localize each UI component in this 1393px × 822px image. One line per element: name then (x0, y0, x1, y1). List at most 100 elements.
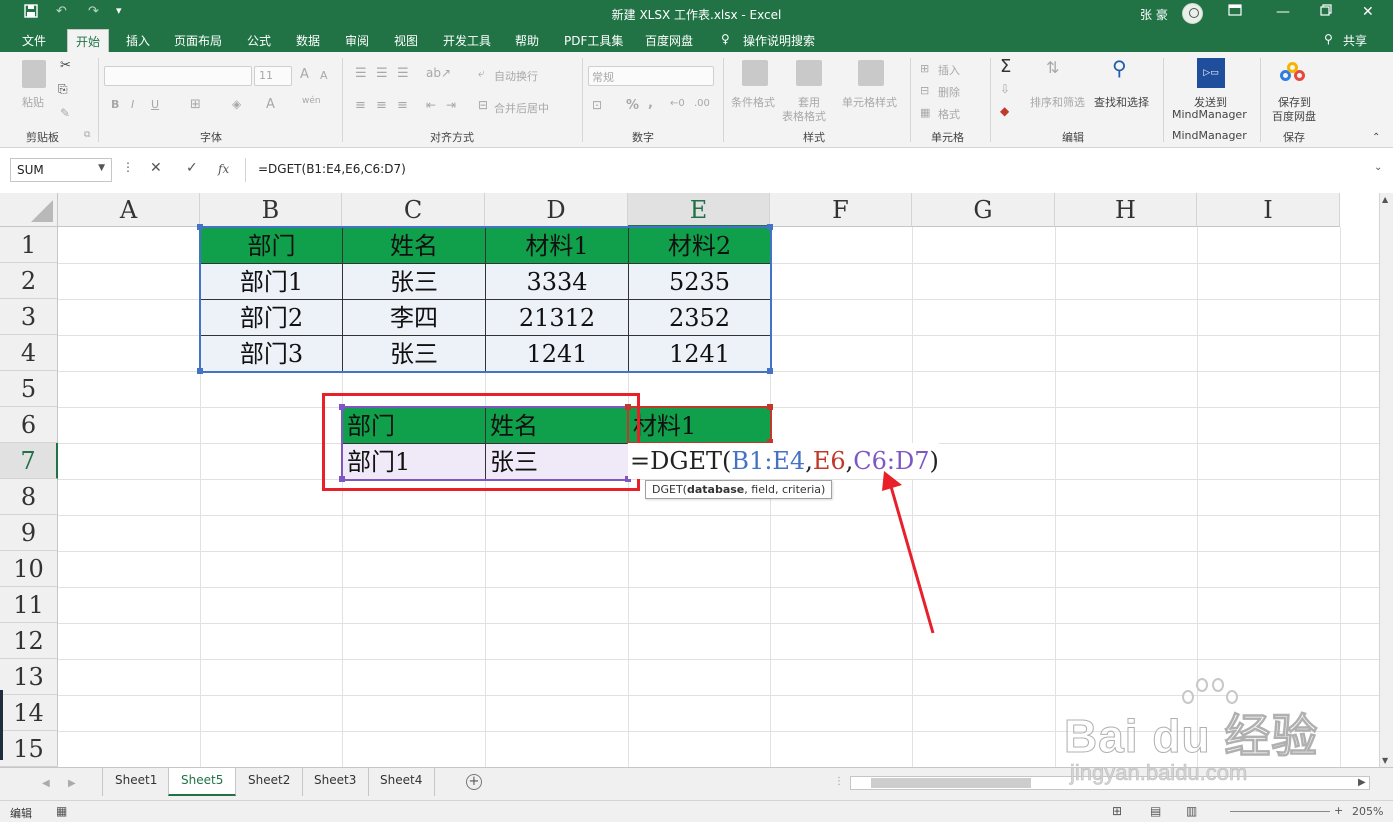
row-header-11[interactable]: 11 (0, 587, 58, 623)
cut-icon[interactable]: ✂ (60, 58, 71, 73)
wrap-text-button[interactable]: 自动换行 (494, 68, 538, 84)
tooltip-current-arg[interactable]: database (687, 483, 744, 496)
clipboard-launcher-icon[interactable]: ⧉ (84, 130, 90, 140)
tab-insert[interactable]: 插入 (126, 32, 150, 49)
bold-button[interactable]: B (111, 98, 119, 111)
cell-styles-icon[interactable] (858, 60, 884, 86)
split-handle-icon[interactable]: ⋮ (834, 776, 844, 787)
expand-formula-bar-icon[interactable]: ⌄ (1374, 162, 1382, 173)
minimize-icon[interactable]: — (1276, 4, 1290, 20)
bottom-align-icon[interactable]: ☰ (397, 66, 409, 81)
tab-developer[interactable]: 开发工具 (443, 32, 491, 49)
row-header-7[interactable]: 7 (0, 443, 58, 479)
tab-pdf-tools[interactable]: PDF工具集 (564, 32, 623, 49)
baidu-pan-icon[interactable] (1280, 62, 1308, 86)
formula-input[interactable]: =DGET(B1:E4,E6,C6:D7) (245, 158, 1365, 182)
row-header-9[interactable]: 9 (0, 515, 58, 551)
row-header-3[interactable]: 3 (0, 299, 58, 335)
prev-sheet-icon[interactable]: ◀ (42, 778, 50, 789)
mindmanager-button[interactable]: MindManager (1172, 108, 1247, 121)
macro-record-icon[interactable]: ▦ (56, 804, 67, 818)
tab-home[interactable]: 开始 (67, 29, 110, 52)
tab-help[interactable]: 帮助 (515, 32, 539, 49)
grow-font-button[interactable]: A (300, 67, 309, 82)
collapse-ribbon-icon[interactable]: ⌃ (1372, 132, 1380, 143)
paste-icon[interactable] (22, 60, 46, 88)
conditional-format-icon[interactable] (742, 60, 768, 86)
scroll-down-icon[interactable]: ▼ (1382, 756, 1388, 765)
row-header-8[interactable]: 8 (0, 479, 58, 515)
accounting-format-icon[interactable]: ⊡ (592, 98, 602, 112)
format-painter-icon[interactable]: ✎ (60, 106, 70, 120)
row-header-6[interactable]: 6 (0, 407, 58, 443)
shrink-font-button[interactable]: A (320, 69, 328, 82)
zoom-in-icon[interactable]: + (1334, 804, 1343, 817)
clear-icon[interactable]: ◆ (1000, 104, 1009, 118)
delete-cells-icon[interactable]: ⊟ (920, 84, 929, 97)
cell-styles-button[interactable]: 单元格样式 (842, 94, 897, 110)
delete-cells-button[interactable]: 删除 (938, 84, 960, 100)
format-as-table-icon[interactable] (796, 60, 822, 86)
mindmanager-icon[interactable]: ▷▭ (1197, 58, 1225, 88)
column-header-g[interactable]: G (912, 193, 1055, 227)
cancel-button[interactable]: ✕ (150, 160, 162, 176)
orientation-icon[interactable]: ab↗ (426, 66, 451, 80)
avatar[interactable] (1182, 3, 1203, 24)
normal-view-icon[interactable]: ⊞ (1112, 804, 1122, 818)
phonetic-button[interactable]: wén (302, 96, 321, 106)
conditional-format-button[interactable]: 条件格式 (731, 94, 775, 110)
tab-view[interactable]: 视图 (394, 32, 418, 49)
scroll-right-icon[interactable]: ▶ (1358, 777, 1366, 788)
vertical-scrollbar[interactable]: ▲ ▼ (1379, 193, 1393, 767)
sheet-tab-sheet1[interactable]: Sheet1 (103, 768, 171, 796)
insert-function-button[interactable]: fx (218, 162, 229, 176)
row-header-13[interactable]: 13 (0, 659, 58, 695)
zoom-level[interactable]: 205% (1352, 805, 1383, 818)
decrease-indent-icon[interactable]: ⇤ (426, 98, 436, 112)
column-header-e[interactable]: E (628, 193, 770, 227)
ribbon-display-icon[interactable] (1228, 4, 1242, 20)
align-right-icon[interactable]: ≡ (397, 98, 408, 113)
column-header-i[interactable]: I (1197, 193, 1340, 227)
add-sheet-button[interactable]: + (466, 774, 482, 790)
column-header-a[interactable]: A (58, 193, 200, 227)
autosum-button[interactable]: Σ (1000, 56, 1011, 77)
row-header-12[interactable]: 12 (0, 623, 58, 659)
insert-cells-button[interactable]: 插入 (938, 62, 960, 78)
comma-button[interactable]: , (648, 96, 653, 111)
sheet-tab-sheet5[interactable]: Sheet5 (168, 768, 237, 796)
italic-button[interactable]: I (131, 98, 134, 111)
row-header-4[interactable]: 4 (0, 335, 58, 371)
column-header-d[interactable]: D (485, 193, 628, 227)
tab-review[interactable]: 审阅 (345, 32, 369, 49)
name-box-dropdown-icon[interactable]: ▼ (98, 163, 105, 173)
tab-data[interactable]: 数据 (296, 32, 320, 49)
share-button[interactable]: 共享 (1343, 32, 1367, 49)
font-name-select[interactable] (104, 66, 252, 86)
tab-page-layout[interactable]: 页面布局 (174, 32, 222, 49)
sheet-tab-sheet2[interactable]: Sheet2 (236, 768, 304, 796)
tab-formulas[interactable]: 公式 (247, 32, 271, 49)
tell-me-search[interactable]: 操作说明搜索 (743, 32, 815, 49)
increase-indent-icon[interactable]: ⇥ (446, 98, 456, 112)
column-header-c[interactable]: C (342, 193, 485, 227)
wrap-text-icon[interactable]: ⤶ (478, 66, 485, 81)
merge-center-icon[interactable]: ⊟ (478, 98, 488, 112)
enter-button[interactable]: ✓ (186, 160, 198, 176)
fill-icon[interactable]: ⇩ (1000, 82, 1010, 96)
row-header-5[interactable]: 5 (0, 371, 58, 407)
decrease-decimal-icon[interactable]: .00 (694, 98, 710, 109)
page-layout-view-icon[interactable]: ▤ (1150, 804, 1161, 818)
name-box[interactable]: SUM ▼ (10, 158, 112, 182)
sheet-tab-sheet3[interactable]: Sheet3 (302, 768, 370, 796)
row-header-2[interactable]: 2 (0, 263, 58, 299)
column-header-h[interactable]: H (1055, 193, 1197, 227)
next-sheet-icon[interactable]: ▶ (68, 778, 76, 789)
row-header-15[interactable]: 15 (0, 731, 58, 767)
zoom-slider[interactable] (1230, 811, 1330, 812)
row-header-10[interactable]: 10 (0, 551, 58, 587)
percent-button[interactable]: % (626, 98, 639, 113)
top-align-icon[interactable]: ☰ (355, 66, 367, 81)
align-left-icon[interactable]: ≡ (355, 98, 366, 113)
increase-decimal-icon[interactable]: ←0 (670, 98, 685, 109)
